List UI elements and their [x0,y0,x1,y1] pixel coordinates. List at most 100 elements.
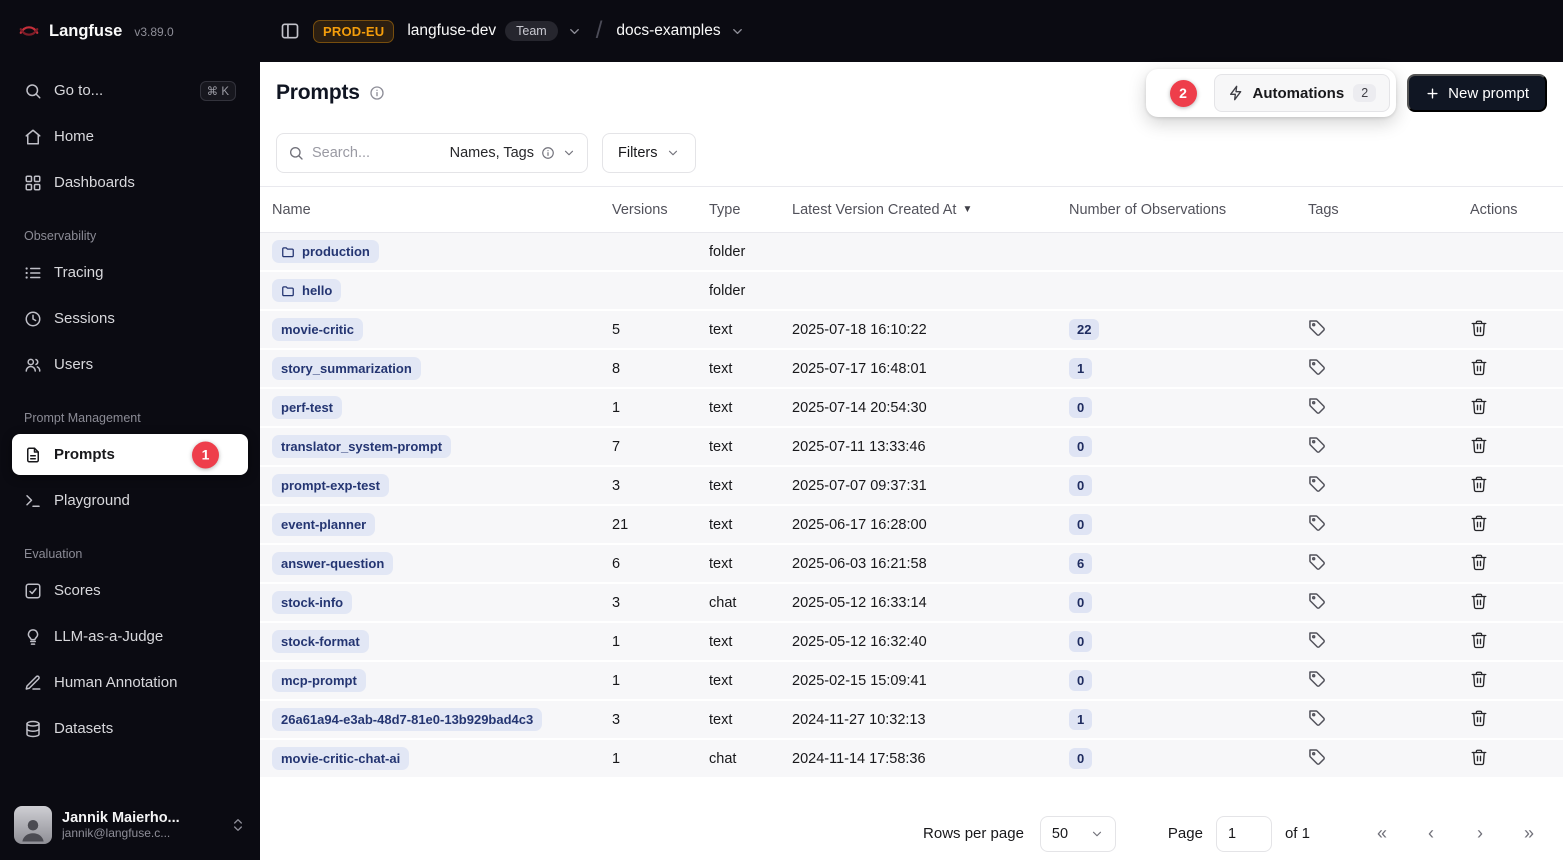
versions-cell: 3 [600,712,697,728]
prompt-name-badge[interactable]: stock-info [272,591,352,614]
column-header-type[interactable]: Type [697,202,780,218]
delete-button[interactable] [1470,358,1488,376]
tag-icon[interactable] [1308,514,1326,532]
sidebar-item-prompts[interactable]: Prompts 1 [12,434,248,475]
tag-icon[interactable] [1308,436,1326,454]
page-number-input[interactable] [1216,816,1272,852]
sidebar-item-dashboards[interactable]: Dashboards [12,162,248,203]
table-row[interactable]: movie-critic 5 text 2025-07-18 16:10:22 … [260,311,1563,350]
sidebar-item-sessions[interactable]: Sessions [12,298,248,339]
delete-button[interactable] [1470,592,1488,610]
table-row[interactable]: hello folder [260,272,1563,311]
column-header-created-at[interactable]: Latest Version Created At▼ [780,202,1057,218]
table-row[interactable]: translator_system-prompt 7 text 2025-07-… [260,428,1563,467]
automations-button[interactable]: Automations 2 [1214,74,1391,112]
sidebar-item-label: Dashboards [54,174,135,191]
prompt-name-badge[interactable]: mcp-prompt [272,669,366,692]
first-page-button[interactable]: « [1363,816,1401,852]
next-page-button[interactable]: › [1461,816,1499,852]
sidebar-item-tracing[interactable]: Tracing [12,252,248,293]
prompt-name-badge[interactable]: stock-format [272,630,369,653]
table-row[interactable]: prompt-exp-test 3 text 2025-07-07 09:37:… [260,467,1563,506]
tag-icon[interactable] [1308,631,1326,649]
table-row[interactable]: 26a61a94-e3ab-48d7-81e0-13b929bad4c3 3 t… [260,701,1563,740]
chevron-down-icon [1090,827,1104,841]
search-scope-selector[interactable]: Names, Tags [450,145,576,161]
tag-icon[interactable] [1308,709,1326,727]
table-row[interactable]: movie-critic-chat-ai 1 chat 2024-11-14 1… [260,740,1563,779]
sidebar-item-llm-judge[interactable]: LLM-as-a-Judge [12,616,248,657]
delete-button[interactable] [1470,475,1488,493]
delete-button[interactable] [1470,709,1488,727]
observations-badge: 0 [1069,592,1092,613]
actions-cell [1458,553,1563,575]
column-header-versions[interactable]: Versions [600,202,697,218]
tag-icon[interactable] [1308,553,1326,571]
delete-button[interactable] [1470,631,1488,649]
prompt-name-badge[interactable]: translator_system-prompt [272,435,451,458]
tag-icon[interactable] [1308,592,1326,610]
delete-button[interactable] [1470,670,1488,688]
filters-button[interactable]: Filters [602,133,696,173]
table-row[interactable]: answer-question 6 text 2025-06-03 16:21:… [260,545,1563,584]
tag-icon[interactable] [1308,358,1326,376]
sidebar-item-users[interactable]: Users [12,344,248,385]
tag-icon[interactable] [1308,748,1326,766]
column-header-tags[interactable]: Tags [1296,202,1458,218]
prompt-name-badge[interactable]: perf-test [272,396,342,419]
sidebar-item-scores[interactable]: Scores [12,570,248,611]
tag-icon[interactable] [1308,670,1326,688]
project-switcher[interactable]: docs-examples [616,22,744,40]
observations-cell: 0 [1057,475,1296,496]
sidebar-item-datasets[interactable]: Datasets [12,708,248,749]
info-icon[interactable] [369,85,385,101]
last-page-button[interactable]: » [1510,816,1548,852]
delete-button[interactable] [1470,319,1488,337]
prompt-name-badge[interactable]: movie-critic [272,318,363,341]
tag-icon[interactable] [1308,397,1326,415]
prompt-name: hello [302,283,332,298]
rows-per-page-select[interactable]: 50 [1040,816,1116,852]
tag-icon[interactable] [1308,475,1326,493]
table-row[interactable]: mcp-prompt 1 text 2025-02-15 15:09:41 0 [260,662,1563,701]
prompt-name-badge[interactable]: story_summarization [272,357,421,380]
search-input[interactable] [312,145,442,161]
main-content: Prompts 2 Automations 2 New prompt Names… [260,62,1563,860]
prompt-name-badge[interactable]: 26a61a94-e3ab-48d7-81e0-13b929bad4c3 [272,708,542,731]
table-row[interactable]: production folder [260,233,1563,272]
sidebar-item-human-annotation[interactable]: Human Annotation [12,662,248,703]
table-row[interactable]: story_summarization 8 text 2025-07-17 16… [260,350,1563,389]
prompt-name-badge[interactable]: prompt-exp-test [272,474,389,497]
delete-button[interactable] [1470,397,1488,415]
table-row[interactable]: stock-format 1 text 2025-05-12 16:32:40 … [260,623,1563,662]
delete-button[interactable] [1470,514,1488,532]
observations-badge: 6 [1069,553,1092,574]
new-prompt-button[interactable]: New prompt [1407,74,1547,112]
sidebar-item-home[interactable]: Home [12,116,248,157]
prompt-name-badge[interactable]: answer-question [272,552,393,575]
tag-icon[interactable] [1308,319,1326,337]
delete-button[interactable] [1470,436,1488,454]
table-row[interactable]: stock-info 3 chat 2025-05-12 16:33:14 0 [260,584,1563,623]
column-header-name[interactable]: Name [260,202,600,218]
sidebar-item-goto[interactable]: Go to... ⌘ K [12,70,248,111]
sidebar-item-label: Users [54,356,93,373]
delete-button[interactable] [1470,553,1488,571]
sidebar-toggle-icon[interactable] [280,21,300,41]
prev-page-button[interactable]: ‹ [1412,816,1450,852]
versions-cell: 8 [600,361,697,377]
prompt-name-badge[interactable]: movie-critic-chat-ai [272,747,409,770]
chevron-down-icon [567,24,582,39]
sidebar-item-playground[interactable]: Playground [12,480,248,521]
prompt-name-badge[interactable]: hello [272,279,341,302]
table-row[interactable]: event-planner 21 text 2025-06-17 16:28:0… [260,506,1563,545]
prompt-name-badge[interactable]: production [272,240,379,263]
column-header-observations[interactable]: Number of Observations [1057,202,1296,218]
prompt-name-badge[interactable]: event-planner [272,513,375,536]
tags-cell [1296,553,1458,575]
org-switcher[interactable]: langfuse-dev Team [407,21,581,41]
name-cell: movie-critic-chat-ai [260,747,600,770]
user-menu[interactable]: Jannik Maierho... jannik@langfuse.c... [0,794,260,860]
table-row[interactable]: perf-test 1 text 2025-07-14 20:54:30 0 [260,389,1563,428]
delete-button[interactable] [1470,748,1488,766]
